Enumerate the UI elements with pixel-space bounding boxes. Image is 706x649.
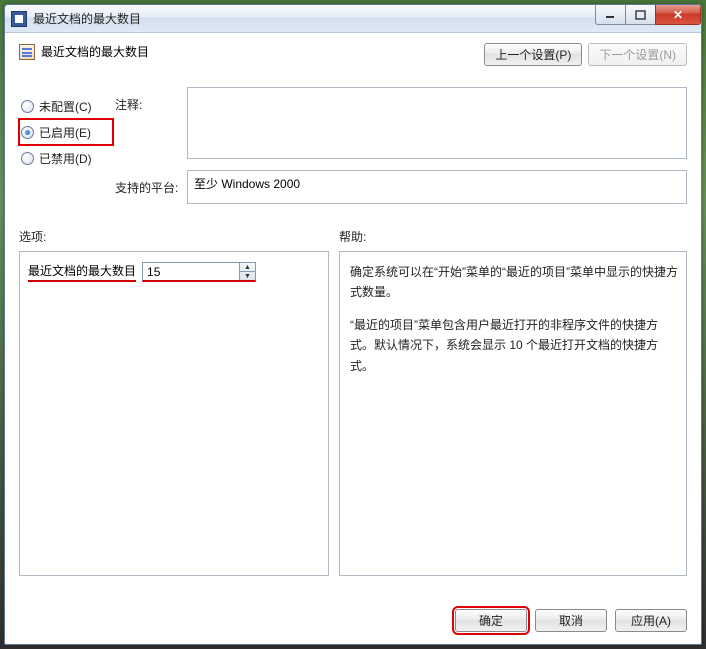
previous-setting-button[interactable]: 上一个设置(P) [484,43,582,66]
field-labels: 注释: 支持的平台: [115,87,187,204]
spinner-label: 最近文档的最大数目 [28,262,136,282]
policy-icon [19,44,35,60]
radio-enabled[interactable]: 已启用(E) [19,119,113,145]
window-title: 最近文档的最大数目 [33,10,141,27]
radio-label: 已禁用(D) [39,150,92,167]
radio-label: 未配置(C) [39,98,92,115]
radio-disabled[interactable]: 已禁用(D) [19,145,115,171]
header-row: 最近文档的最大数目 上一个设置(P) 下一个设置(N) [19,43,687,83]
header-left: 最近文档的最大数目 [19,43,149,60]
help-panel[interactable]: 确定系统可以在“开始”菜单的“最近的项目”菜单中显示的快捷方式数量。 “最近的项… [339,251,687,576]
close-icon: ✕ [673,8,683,22]
radio-column: 未配置(C) 已启用(E) 已禁用(D) [19,87,115,204]
window-controls: ✕ [595,5,701,25]
header-buttons: 上一个设置(P) 下一个设置(N) [484,43,687,66]
help-paragraph: “最近的项目”菜单包含用户最近打开的非程序文件的快捷方式。默认情况下，系统会显示… [350,315,678,376]
option-row: 最近文档的最大数目 ▲ ▼ [28,262,320,282]
titlebar[interactable]: 最近文档的最大数目 ✕ [5,5,701,33]
field-column: 至少 Windows 2000 [187,87,687,204]
radio-icon [21,126,34,139]
help-paragraph: 确定系统可以在“开始”菜单的“最近的项目”菜单中显示的快捷方式数量。 [350,262,678,303]
radio-icon [21,100,34,113]
spinner-up-icon[interactable]: ▲ [240,263,255,271]
options-panel: 最近文档的最大数目 ▲ ▼ [19,251,329,576]
spinner-input[interactable] [143,263,239,280]
apply-button[interactable]: 应用(A) [615,609,687,632]
maximize-icon [635,10,647,20]
max-docs-spinner[interactable]: ▲ ▼ [142,262,256,282]
spinner-down-icon[interactable]: ▼ [240,271,255,280]
config-area: 未配置(C) 已启用(E) 已禁用(D) 注释: 支持的平台: 至少 Wind [19,87,687,204]
ok-button[interactable]: 确定 [455,609,527,632]
lower-panels: 最近文档的最大数目 ▲ ▼ 确定系统可以在“开始”菜单的“最近的项目”菜单中显示… [19,251,687,576]
options-label: 选项: [19,228,339,245]
client-area: 最近文档的最大数目 上一个设置(P) 下一个设置(N) 未配置(C) 已启用(E… [5,33,701,644]
app-icon [11,11,27,27]
cancel-button[interactable]: 取消 [535,609,607,632]
radio-not-configured[interactable]: 未配置(C) [19,93,115,119]
spinner-arrows: ▲ ▼ [239,263,255,280]
next-setting-button: 下一个设置(N) [588,43,687,66]
section-labels: 选项: 帮助: [19,228,687,245]
platform-value: 至少 Windows 2000 [194,177,300,191]
minimize-button[interactable] [595,5,625,25]
policy-title: 最近文档的最大数目 [41,43,149,60]
comment-textarea[interactable] [187,87,687,159]
dialog-footer: 确定 取消 应用(A) [455,609,687,632]
help-label: 帮助: [339,228,687,245]
supported-platform-field[interactable]: 至少 Windows 2000 [187,170,687,204]
maximize-button[interactable] [625,5,655,25]
minimize-icon [605,10,617,20]
comment-label: 注释: [115,93,187,177]
radio-label: 已启用(E) [39,124,91,141]
close-button[interactable]: ✕ [655,5,701,25]
platform-label: 支持的平台: [115,177,187,196]
dialog-window: 最近文档的最大数目 ✕ 最近文档的最大数目 上一个设置(P) 下一个设置(N) [4,4,702,645]
radio-icon [21,152,34,165]
